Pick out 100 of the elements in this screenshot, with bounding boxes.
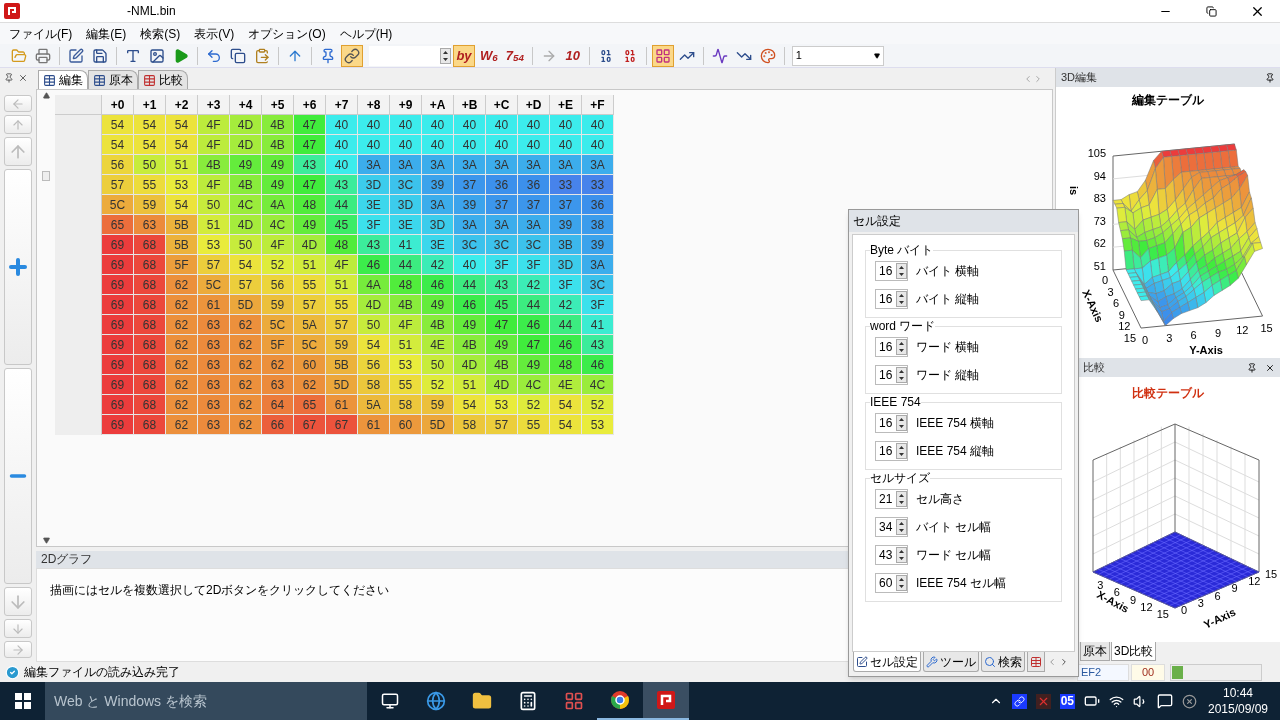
table-cell[interactable]: 46 xyxy=(518,315,550,335)
table-cell[interactable]: 51 xyxy=(198,215,230,235)
table-cell[interactable]: 3A xyxy=(454,155,486,175)
spinner-icon[interactable] xyxy=(896,415,907,431)
table-cell[interactable]: 62 xyxy=(294,375,326,395)
table-cell[interactable]: 50 xyxy=(230,235,262,255)
table-cell[interactable]: 4F xyxy=(198,115,230,135)
table-cell[interactable]: 5B xyxy=(166,235,198,255)
table-cell[interactable]: 4E xyxy=(550,375,582,395)
table-cell[interactable]: 44 xyxy=(326,195,358,215)
table-cell[interactable]: 53 xyxy=(390,355,422,375)
menu-item[interactable]: 編集(E) xyxy=(79,23,134,44)
table-cell[interactable]: 4F xyxy=(326,255,358,275)
table-cell[interactable]: 3F xyxy=(358,215,390,235)
table-cell[interactable]: 66 xyxy=(262,415,294,435)
table-cell[interactable]: 52 xyxy=(262,255,294,275)
column-header[interactable]: +0 xyxy=(102,95,134,115)
table-cell[interactable]: 40 xyxy=(550,115,582,135)
table-cell[interactable]: 55 xyxy=(294,275,326,295)
table-cell[interactable]: 3A xyxy=(518,155,550,175)
table-cell[interactable]: 3E xyxy=(390,215,422,235)
table-cell[interactable]: 4A xyxy=(262,195,294,215)
table-cell[interactable]: 63 xyxy=(262,375,294,395)
table-cell[interactable]: 47 xyxy=(294,115,326,135)
table-cell[interactable]: 40 xyxy=(582,135,614,155)
close-icon[interactable] xyxy=(18,73,28,83)
document-tab[interactable]: 原本 xyxy=(88,70,138,89)
table-cell[interactable]: 40 xyxy=(550,135,582,155)
table-cell[interactable]: 62 xyxy=(230,315,262,335)
table-cell[interactable]: 57 xyxy=(326,315,358,335)
table-cell[interactable]: 46 xyxy=(550,335,582,355)
table-cell[interactable]: 61 xyxy=(358,415,390,435)
column-header[interactable]: +4 xyxy=(230,95,262,115)
table-cell[interactable]: 57 xyxy=(486,415,518,435)
table-cell[interactable]: 39 xyxy=(582,235,614,255)
app-icon[interactable] xyxy=(643,682,689,720)
table-cell[interactable]: 51 xyxy=(326,275,358,295)
table-cell[interactable]: 53 xyxy=(198,235,230,255)
table-cell[interactable]: 4C xyxy=(518,375,550,395)
table-cell[interactable]: 55 xyxy=(134,175,166,195)
pin-icon[interactable] xyxy=(4,73,14,83)
table-cell[interactable]: 53 xyxy=(166,175,198,195)
table-cell[interactable]: 3A xyxy=(422,195,454,215)
table-cell[interactable]: 4C xyxy=(262,215,294,235)
table-cell[interactable]: 3C xyxy=(582,275,614,295)
grid-icon[interactable] xyxy=(651,44,674,67)
spinner-icon[interactable] xyxy=(896,575,907,591)
table-cell[interactable]: 51 xyxy=(454,375,486,395)
table-cell[interactable]: 51 xyxy=(166,155,198,175)
table-cell[interactable]: 65 xyxy=(102,215,134,235)
table-cell[interactable]: 47 xyxy=(486,315,518,335)
number-field[interactable]: 60 xyxy=(875,573,908,593)
menu-item[interactable]: オプション(O) xyxy=(241,23,333,44)
table-cell[interactable]: 41 xyxy=(390,235,422,255)
search-field[interactable]: Web と Windows を検索 xyxy=(45,682,367,720)
table-cell[interactable]: 62 xyxy=(230,355,262,375)
table-cell[interactable]: 62 xyxy=(166,395,198,415)
menu-item[interactable]: ファイル(F) xyxy=(2,23,80,44)
column-header[interactable]: +6 xyxy=(294,95,326,115)
table-cell[interactable]: 62 xyxy=(230,335,262,355)
number-field[interactable]: 16 xyxy=(875,289,908,309)
table-cell[interactable]: 5C xyxy=(262,315,294,335)
number-field[interactable]: 16 xyxy=(875,365,908,385)
column-header[interactable]: +F xyxy=(582,95,614,115)
table-cell[interactable]: 40 xyxy=(358,135,390,155)
table-cell[interactable]: 40 xyxy=(390,135,422,155)
spinner-icon[interactable] xyxy=(896,491,907,507)
table-cell[interactable]: 54 xyxy=(134,135,166,155)
table-cell[interactable]: 3D xyxy=(390,195,422,215)
table-cell[interactable]: 63 xyxy=(198,375,230,395)
table-cell[interactable]: 37 xyxy=(486,195,518,215)
table-cell[interactable]: 44 xyxy=(550,315,582,335)
table-cell[interactable]: 62 xyxy=(166,315,198,335)
menu-item[interactable]: ヘルプ(H) xyxy=(332,23,400,44)
table-cell[interactable]: 49 xyxy=(294,215,326,235)
table-cell[interactable]: 3A xyxy=(358,155,390,175)
table-cell[interactable]: 5A xyxy=(294,315,326,335)
table-cell[interactable]: 67 xyxy=(294,415,326,435)
table-cell[interactable]: 36 xyxy=(518,175,550,195)
table-cell[interactable]: 59 xyxy=(262,295,294,315)
table-cell[interactable]: 46 xyxy=(422,275,454,295)
table-cell[interactable]: 54 xyxy=(230,255,262,275)
table-cell[interactable]: 54 xyxy=(550,395,582,415)
table-cell[interactable]: 5D xyxy=(422,415,454,435)
table-cell[interactable]: 40 xyxy=(454,115,486,135)
table-cell[interactable]: 43 xyxy=(486,275,518,295)
column-header[interactable]: +2 xyxy=(166,95,198,115)
table-cell[interactable]: 55 xyxy=(326,295,358,315)
table-cell[interactable]: 3A xyxy=(582,255,614,275)
dropdown-caret-icon[interactable] xyxy=(873,52,880,59)
table-cell[interactable]: 50 xyxy=(198,195,230,215)
table-cell[interactable]: 57 xyxy=(198,255,230,275)
number-field[interactable]: 16 xyxy=(875,337,908,357)
table-cell[interactable]: 54 xyxy=(134,115,166,135)
table-cell[interactable]: 3A xyxy=(550,155,582,175)
table-cell[interactable]: 46 xyxy=(358,255,390,275)
table-cell[interactable]: 5A xyxy=(358,395,390,415)
spinner-icon[interactable] xyxy=(896,339,907,355)
plus-icon[interactable] xyxy=(4,169,32,365)
table-cell[interactable]: 4D xyxy=(230,115,262,135)
